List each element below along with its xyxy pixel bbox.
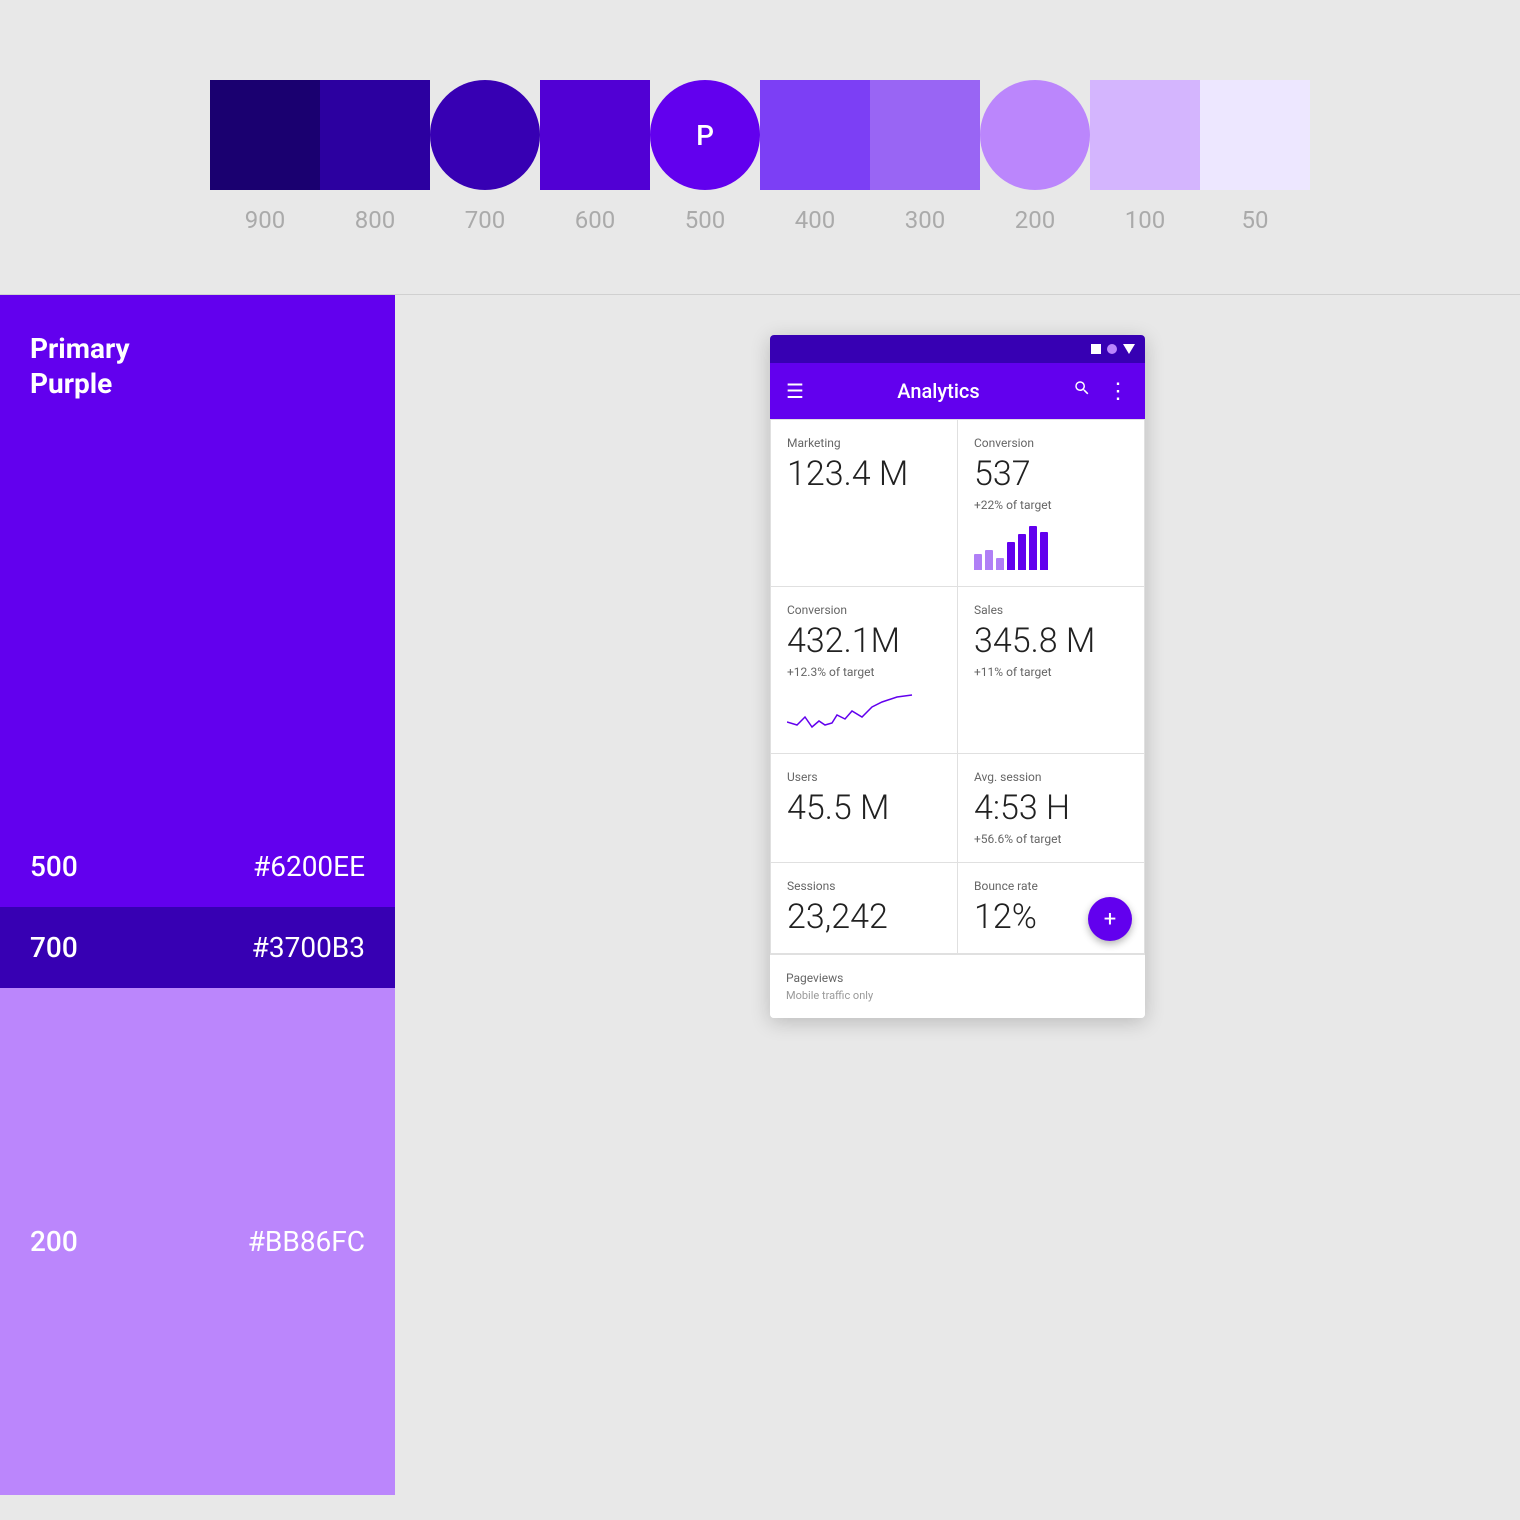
right-panel: ☰ Analytics ⋮ Marketing 123.4 M: [395, 295, 1520, 1495]
conversion-right-value: 537: [974, 454, 1128, 494]
conversion-left-label: Conversion: [787, 603, 941, 617]
shade-label-100: 100: [1090, 206, 1200, 234]
conversion-left-card: Conversion 432.1M +12.3% of target: [771, 587, 957, 753]
shade-label-400: 400: [760, 206, 870, 234]
status-square-icon: [1091, 344, 1101, 354]
users-card: Users 45.5 M: [771, 754, 957, 862]
app-bar: ☰ Analytics ⋮: [770, 363, 1145, 419]
palette-section: P 900 800 700 600 500 400 300 200 100 50: [0, 0, 1520, 294]
shade-label-700: 700: [430, 206, 540, 234]
pageviews-card: Pageviews Mobile traffic only: [770, 954, 1145, 1018]
bounce-rate-card: Bounce rate 12% +: [958, 863, 1144, 953]
shade-label-600: 600: [540, 206, 650, 234]
pageviews-label: Pageviews: [786, 971, 1129, 985]
shade-200-hex: #BB86FC: [248, 1225, 365, 1258]
shade-700-number: 700: [30, 931, 78, 964]
bounce-rate-label: Bounce rate: [974, 879, 1128, 893]
palette-primary-marker: P: [696, 119, 714, 152]
pageviews-subtitle: Mobile traffic only: [786, 989, 1129, 1002]
more-options-icon[interactable]: ⋮: [1107, 379, 1129, 404]
marketing-label: Marketing: [787, 436, 941, 450]
conversion-left-subtitle: +12.3% of target: [787, 665, 941, 679]
sales-subtitle: +11% of target: [974, 665, 1128, 679]
shade-label-300: 300: [870, 206, 980, 234]
conversion-right-card: Conversion 537 +22% of target: [958, 420, 1144, 586]
shade-500-number: 500: [30, 850, 78, 883]
swatch-900: [210, 80, 320, 190]
avg-session-subtitle: +56.6% of target: [974, 832, 1128, 846]
shade-500-hex: #6200EE: [253, 850, 365, 883]
app-bar-actions: ⋮: [1073, 379, 1129, 404]
status-circle-icon: [1107, 344, 1117, 354]
left-panel: Primary Purple 500 #6200EE 700 #3700B3 2…: [0, 295, 395, 1495]
swatch-50: [1200, 80, 1310, 190]
bar-3: [996, 558, 1004, 570]
conversion-left-value: 432.1M: [787, 621, 941, 661]
primary-purple-block: Primary Purple: [0, 295, 395, 826]
purple-label: Purple: [30, 367, 365, 400]
swatch-300: [870, 80, 980, 190]
users-label: Users: [787, 770, 941, 784]
swatch-800: [320, 80, 430, 190]
bar-6: [1029, 526, 1037, 570]
avg-session-value: 4:53 H: [974, 788, 1128, 828]
shade-700-hex: #3700B3: [252, 931, 365, 964]
shade-label-50: 50: [1200, 206, 1310, 234]
palette-labels: 900 800 700 600 500 400 300 200 100 50: [210, 206, 1310, 234]
sessions-card: Sessions 23,242: [771, 863, 957, 953]
bar-chart: [974, 520, 1128, 570]
shade-label-200: 200: [980, 206, 1090, 234]
swatch-600: [540, 80, 650, 190]
swatch-100: [1090, 80, 1200, 190]
marketing-card: Marketing 123.4 M: [771, 420, 957, 586]
bar-1: [974, 554, 982, 570]
status-triangle-icon: [1123, 344, 1135, 354]
bar-2: [985, 550, 993, 570]
bar-4: [1007, 542, 1015, 570]
swatch-400: [760, 80, 870, 190]
hamburger-menu-icon[interactable]: ☰: [786, 379, 804, 403]
avg-session-label: Avg. session: [974, 770, 1128, 784]
users-value: 45.5 M: [787, 788, 941, 828]
search-icon[interactable]: [1073, 379, 1091, 404]
conversion-right-subtitle: +22% of target: [974, 498, 1128, 512]
avg-session-card: Avg. session 4:53 H +56.6% of target: [958, 754, 1144, 862]
palette-swatches: P: [210, 80, 1310, 190]
color-block-700: 700 #3700B3: [0, 907, 395, 988]
shade-label-800: 800: [320, 206, 430, 234]
sales-card: Sales 345.8 M +11% of target: [958, 587, 1144, 753]
shade-label-500: 500: [650, 206, 760, 234]
marketing-value: 123.4 M: [787, 454, 941, 494]
app-bar-title: Analytics: [816, 379, 1061, 403]
swatch-200: [980, 80, 1090, 190]
swatch-500: P: [650, 80, 760, 190]
analytics-cards-grid: Marketing 123.4 M Conversion 537 +22% of…: [770, 419, 1145, 954]
color-blocks-section: Primary Purple 500 #6200EE 700 #3700B3 2…: [0, 295, 1520, 1495]
bar-7: [1040, 532, 1048, 570]
shade-label-900: 900: [210, 206, 320, 234]
status-bar: [770, 335, 1145, 363]
sales-value: 345.8 M: [974, 621, 1128, 661]
conversion-right-label: Conversion: [974, 436, 1128, 450]
sessions-label: Sessions: [787, 879, 941, 893]
fab-button[interactable]: +: [1088, 897, 1132, 941]
line-chart: [787, 687, 941, 737]
sessions-value: 23,242: [787, 897, 941, 937]
primary-label: Primary: [30, 331, 365, 367]
phone-mockup: ☰ Analytics ⋮ Marketing 123.4 M: [770, 335, 1145, 1018]
color-block-200: 200 #BB86FC: [0, 988, 395, 1495]
bar-5: [1018, 534, 1026, 570]
color-block-500: 500 #6200EE: [0, 826, 395, 907]
swatch-700: [430, 80, 540, 190]
shade-200-number: 200: [30, 1225, 78, 1258]
sales-label: Sales: [974, 603, 1128, 617]
